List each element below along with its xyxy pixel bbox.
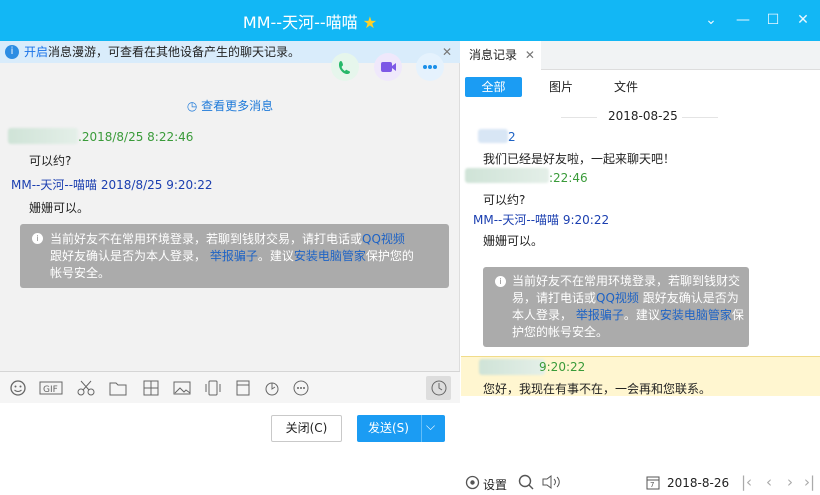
red-packet-icon[interactable] bbox=[233, 379, 253, 397]
history-meta: :22:46 bbox=[549, 171, 588, 185]
input-toolbar: GIF bbox=[0, 371, 460, 403]
history-text: 我们已经是好友啦，一起来聊天吧！ bbox=[483, 152, 676, 166]
chat-panel: i 开启消息漫游，可查看在其他设备产生的聊天记录。 ✕ ◷ 查看更多消息 .20… bbox=[0, 41, 460, 495]
maximize-button[interactable]: ☐ bbox=[764, 11, 782, 29]
history-meta: 2 bbox=[508, 130, 516, 144]
auto-reply-row: 9:20:22 您好，我现在有事不在，一会再和您联系。 bbox=[461, 356, 820, 396]
close-button[interactable]: 关闭(C) bbox=[271, 415, 342, 442]
svg-text:7: 7 bbox=[650, 481, 654, 489]
avatar-blur bbox=[479, 359, 545, 375]
message-meta: MM--天河--喵喵 2018/8/25 9:20:22 bbox=[11, 176, 212, 193]
image-icon[interactable] bbox=[172, 379, 192, 397]
sender-name: MM--天河--喵喵 bbox=[11, 178, 98, 192]
info-icon: i bbox=[5, 45, 19, 59]
scissors-icon[interactable] bbox=[76, 379, 96, 397]
shield-info-icon: i bbox=[495, 276, 506, 287]
warning-text: 易，请打电话或 bbox=[512, 291, 597, 305]
avatar-blur bbox=[465, 168, 549, 183]
security-warning: i 当前好友不在常用环境登录，若聊到钱财交易，请打电话或QQ视频 跟好友确认是否… bbox=[20, 224, 449, 288]
date-separator: 2018-08-25 bbox=[461, 109, 820, 123]
filter-files[interactable]: 文件 bbox=[601, 77, 651, 97]
warning-text: 当前好友不在常用环境登录，若聊到钱财交易，请打电话或 bbox=[50, 232, 363, 246]
close-window-button[interactable]: ✕ bbox=[794, 11, 812, 29]
history-meta: MM--天河--喵喵 9:20:22 bbox=[473, 213, 610, 227]
last-page-icon[interactable]: ›| bbox=[804, 473, 815, 491]
voice-icon[interactable] bbox=[541, 474, 563, 493]
more-tools-icon[interactable] bbox=[291, 379, 311, 397]
history-meta: 9:20:22 bbox=[539, 360, 586, 374]
history-security-warning: i 当前好友不在常用环境登录，若聊到钱财交 易，请打电话或QQ视频 跟好友确认是… bbox=[483, 267, 749, 347]
video-call-icon[interactable] bbox=[374, 53, 402, 81]
message-meta: .2018/8/25 8:22:46 bbox=[78, 130, 194, 144]
message-text: 可以约? bbox=[29, 154, 72, 168]
filter-all[interactable]: 全部 bbox=[465, 77, 522, 97]
folder-icon[interactable] bbox=[108, 379, 128, 397]
chevron-down-icon[interactable]: ⌄ bbox=[702, 11, 720, 29]
clock-icon: ◷ bbox=[186, 99, 198, 113]
gif-icon[interactable]: GIF bbox=[39, 379, 63, 397]
notice-text: 消息漫游，可查看在其他设备产生的聊天记录。 bbox=[48, 45, 301, 59]
date-label: 2018-08-25 bbox=[608, 109, 678, 123]
warning-text: 跟好友确认是否为本人登录， bbox=[50, 249, 207, 263]
message-time: 2018/8/25 9:20:22 bbox=[100, 178, 213, 192]
report-scam-link[interactable]: 举报骗子 bbox=[576, 308, 624, 322]
history-text: 姗姗可以。 bbox=[483, 234, 544, 248]
warning-text: 当前好友不在常用环境登录，若聊到钱财交 bbox=[512, 274, 741, 288]
settings-icon[interactable] bbox=[465, 475, 480, 493]
shake-icon[interactable] bbox=[203, 379, 223, 397]
minimize-button[interactable]: — bbox=[734, 11, 752, 29]
filter-images[interactable]: 图片 bbox=[536, 77, 586, 97]
history-text: 您好，我现在有事不在，一会再和您联系。 bbox=[483, 382, 712, 396]
prev-page-icon[interactable]: ‹ bbox=[766, 473, 772, 491]
history-panel: 消息记录 ✕ 全部 图片 文件 2018-08-25 2 我们已经是好友啦，一起… bbox=[461, 41, 820, 495]
history-bottom-bar: 设置 7 2018-8-26 |‹ ‹ › ›| bbox=[461, 469, 820, 495]
warning-text: 帐号安全。 bbox=[50, 266, 111, 280]
warning-text: 保护您的 bbox=[365, 249, 414, 263]
install-manager-link[interactable]: 安装电脑管家 bbox=[660, 308, 732, 322]
sticker-icon[interactable] bbox=[141, 379, 161, 397]
message-text: 姗姗可以。 bbox=[29, 201, 90, 215]
warning-text: 。建议 bbox=[623, 308, 660, 322]
warning-text: 。建议 bbox=[257, 249, 294, 263]
warning-text: 护您的帐号安全。 bbox=[512, 325, 609, 339]
enable-roaming-link[interactable]: 开启 bbox=[24, 45, 48, 59]
settings-label[interactable]: 设置 bbox=[483, 476, 507, 493]
emoji-icon[interactable] bbox=[9, 379, 27, 397]
contact-name: MM--天河--喵喵 bbox=[242, 13, 358, 32]
tab-history[interactable]: 消息记录 ✕ bbox=[461, 41, 541, 70]
warning-text: 本人登录， bbox=[512, 308, 573, 322]
phone-call-icon[interactable] bbox=[331, 53, 359, 81]
first-page-icon[interactable]: |‹ bbox=[741, 473, 752, 491]
more-options-icon[interactable] bbox=[416, 53, 444, 81]
svg-text:GIF: GIF bbox=[43, 385, 58, 395]
send-label: 发送(S) bbox=[368, 421, 409, 435]
avatar-blur bbox=[8, 128, 78, 144]
warning-text: 跟好友确认是否为 bbox=[642, 291, 739, 305]
warning-text: 保 bbox=[731, 308, 744, 322]
history-tabbar: 消息记录 ✕ bbox=[461, 41, 820, 70]
qq-video-link[interactable]: QQ视频 bbox=[362, 232, 405, 246]
search-icon[interactable] bbox=[518, 474, 534, 493]
shield-info-icon: i bbox=[32, 233, 43, 244]
qq-video-link[interactable]: QQ视频 bbox=[596, 291, 639, 305]
current-date: 2018-8-26 bbox=[667, 476, 730, 490]
install-manager-link[interactable]: 安装电脑管家 bbox=[294, 249, 366, 263]
avatar-blur bbox=[478, 129, 508, 143]
history-text: 可以约? bbox=[483, 193, 526, 207]
music-icon[interactable] bbox=[262, 379, 282, 397]
star-icon: ★ bbox=[362, 13, 378, 32]
send-button[interactable]: 发送(S) ⌵ bbox=[357, 415, 445, 442]
load-more-link[interactable]: ◷ 查看更多消息 bbox=[0, 97, 460, 114]
history-icon[interactable] bbox=[426, 376, 451, 400]
send-options-chevron-icon[interactable]: ⌵ bbox=[426, 413, 435, 440]
close-tab-icon[interactable]: ✕ bbox=[525, 48, 535, 62]
calendar-icon[interactable]: 7 bbox=[646, 475, 660, 493]
tab-label: 消息记录 bbox=[469, 48, 518, 62]
load-more-label: 查看更多消息 bbox=[201, 99, 274, 113]
title-bar: MM--天河--喵喵 ★ ⌄ — ☐ ✕ bbox=[0, 0, 820, 41]
report-scam-link[interactable]: 举报骗子 bbox=[210, 249, 258, 263]
next-page-icon[interactable]: › bbox=[787, 473, 793, 491]
window-title: MM--天河--喵喵 ★ bbox=[0, 9, 620, 33]
